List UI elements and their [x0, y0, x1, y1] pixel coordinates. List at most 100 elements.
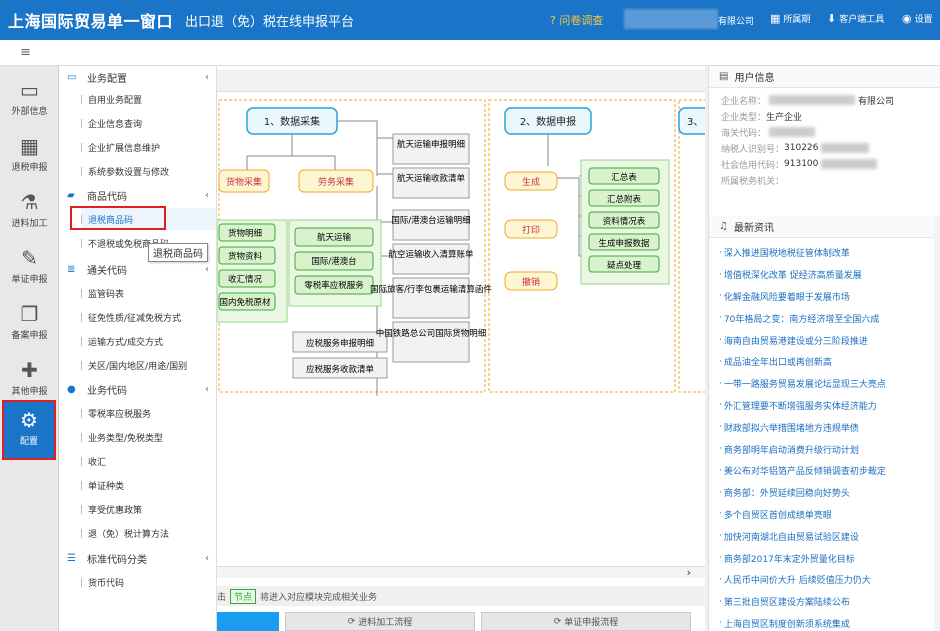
svg-text:货物明细: 货物明细 — [228, 228, 262, 239]
config-tree-menu: ▭ 业务配置 ‹ 自用业务配置 企业信息查询 企业扩展信息维护 系统参数设置与修改 … — [59, 66, 217, 631]
transport-box[interactable]: 航天运输收款清单 — [392, 167, 470, 199]
group-commodity-code[interactable]: ▰ 商品代码 ‹ — [59, 184, 216, 206]
svg-text:撤销: 撤销 — [522, 276, 540, 288]
service-item[interactable]: 航天运输 — [294, 227, 374, 247]
nav-other[interactable]: ✚ 其他申报 — [0, 352, 59, 404]
settings-button[interactable]: ◉ 设置 — [902, 12, 933, 25]
nav-documents[interactable]: ✎ 单证申报 — [0, 240, 59, 292]
nav-processing[interactable]: ⚗ 进料加工 — [0, 184, 59, 236]
generate-item[interactable]: 汇总附表 — [588, 189, 660, 207]
tree-item[interactable]: 享受优惠政策 — [81, 498, 216, 520]
stage-3-node[interactable]: 3、 — [678, 107, 705, 135]
group-business-config[interactable]: ▭ 业务配置 ‹ — [59, 66, 216, 88]
svg-text:国际/港澳台运输明细: 国际/港澳台运输明细 — [391, 215, 470, 226]
survey-link[interactable]: ? 问卷调查 — [550, 12, 603, 28]
tree-item[interactable]: 货币代码 — [81, 571, 216, 593]
info-row: 企业类型： 生产企业 — [721, 112, 803, 123]
documents-flow-button[interactable]: ⟳ 单证申报流程 — [481, 612, 691, 631]
panel-title-bar — [217, 70, 705, 92]
tree-item[interactable]: 零税率应税服务 — [81, 402, 216, 424]
news-panel: ♫最新资讯 深入推进国税地税征管体制改革 增值税深化改革 促经济高质量发展 化解… — [709, 216, 940, 631]
tree-item[interactable]: 收汇 — [81, 450, 216, 472]
generate-node[interactable]: 生成 — [504, 171, 558, 191]
news-item[interactable]: 财政部拟六举措围堵地方违规举债 — [719, 416, 940, 438]
news-item[interactable]: 美公布对华铝箔产品反倾销调查初步裁定 — [719, 460, 940, 482]
transport-box[interactable]: 国际旅客/行李包裹运输清算函件 — [370, 277, 492, 319]
group-standard-code[interactable]: ☰ 标准代码分类 ‹ — [59, 547, 216, 569]
nav-tax-refund[interactable]: ▦ 退税申报 — [0, 128, 59, 180]
menu-toggle-icon[interactable]: ≡ — [20, 45, 31, 60]
transport-box[interactable]: 中国铁路总公司国际货物明细 — [376, 321, 487, 363]
person-icon: ● — [67, 383, 76, 395]
news-item[interactable]: 一带一路服务贸易发展论坛显现三大亮点 — [719, 373, 940, 395]
news-item[interactable]: 化解金融风险要着眼于发展市场 — [719, 286, 940, 308]
goods-collect-node[interactable]: 货物采集 — [218, 169, 270, 193]
tree-item[interactable]: 单证种类 — [81, 474, 216, 496]
tree-item[interactable]: 退（免）税计算方法 — [81, 522, 216, 544]
news-item[interactable]: 人民币中间价大升 后续贬值压力仍大 — [719, 569, 940, 591]
news-item[interactable]: 深入推进国税地税征管体制改革 — [719, 242, 940, 264]
tree-item[interactable]: 运输方式/成交方式 — [81, 330, 216, 352]
tree-item[interactable]: 企业扩展信息维护 — [81, 136, 216, 158]
nav-config[interactable]: ⚙ 配置 — [2, 400, 56, 460]
print-node[interactable]: 打印 — [504, 219, 558, 239]
nav-filing[interactable]: ❐ 备案申报 — [0, 296, 59, 348]
generate-item[interactable]: 生成申报数据 — [588, 233, 660, 251]
monitor-icon: ▭ — [67, 71, 77, 83]
news-item[interactable]: 第三批自贸区建设方案陆续公布 — [719, 591, 940, 613]
stage-1-node[interactable]: 1、数据采集 — [246, 107, 338, 135]
node-badge: 节点 — [230, 588, 257, 604]
chevron-right-icon[interactable]: › — [687, 566, 691, 579]
news-item[interactable]: 商务部：外贸延续回稳向好势头 — [719, 482, 940, 504]
news-scrollbar[interactable] — [934, 216, 940, 631]
svg-text:货物采集: 货物采集 — [226, 176, 262, 188]
group-business-code[interactable]: ● 业务代码 ‹ — [59, 378, 216, 400]
news-item[interactable]: 外汇管理要不断增强服务实体经济能力 — [719, 395, 940, 417]
id-card-icon: ▤ — [719, 71, 729, 82]
current-flow-button[interactable] — [217, 612, 279, 631]
news-item[interactable]: 海南自由贸易港建设或分三阶段推进 — [719, 329, 940, 351]
revoke-node[interactable]: 撤销 — [504, 271, 558, 291]
stage-2-node[interactable]: 2、数据申报 — [504, 107, 592, 135]
goods-item[interactable]: 货物明细 — [218, 223, 276, 242]
service-collect-node[interactable]: 劳务采集 — [298, 169, 374, 193]
news-item[interactable]: 商务部明年启动消费升级行动计划 — [719, 438, 940, 460]
tip-text: 将进入对应模块完成相关业务 — [260, 592, 378, 603]
tree-item[interactable]: 业务类型/免税类型 — [81, 426, 216, 448]
goods-item[interactable]: 货物资料 — [218, 246, 276, 265]
client-tool-button[interactable]: ⬇ 客户端工具 — [827, 12, 884, 25]
news-item[interactable]: 上海自贸区制度创新须系统集成 — [719, 613, 940, 631]
tree-item[interactable]: 关区/国内地区/用途/国别 — [81, 354, 216, 376]
goods-item[interactable]: 国内免税原材 — [218, 292, 276, 311]
main-flow-panel: 1、数据采集 2、数据申报 3、 货物采集 劳务采集 货物明细 货物资料 收汇情… — [217, 66, 705, 631]
period-button[interactable]: ▦ 所属期 — [770, 12, 810, 25]
generate-item[interactable]: 资料情况表 — [588, 211, 660, 229]
service-extra-box[interactable]: 应税服务收款清单 — [292, 357, 388, 379]
news-item[interactable]: 多个自贸区首创成绩单亮眼 — [719, 504, 940, 526]
news-item[interactable]: 成品油全年出口或再创新高 — [719, 351, 940, 373]
refresh-icon: ⟳ — [553, 616, 562, 627]
transport-box[interactable]: 航天运输申报明细 — [392, 133, 470, 165]
horizontal-scrollbar[interactable]: › — [217, 566, 705, 579]
tree-item[interactable]: 监管码表 — [81, 282, 216, 304]
generate-item[interactable]: 汇总表 — [588, 167, 660, 185]
processing-flow-button[interactable]: ⟳ 进料加工流程 — [285, 612, 475, 631]
news-item[interactable]: 加快河南湖北自由贸易试验区建设 — [719, 525, 940, 547]
news-item[interactable]: 商务部2017年末定外贸量化目标 — [719, 547, 940, 569]
tree-item[interactable]: 系统参数设置与修改 — [81, 160, 216, 182]
svg-text:疑点处理: 疑点处理 — [607, 260, 642, 271]
goods-item[interactable]: 收汇情况 — [218, 269, 276, 288]
generate-item[interactable]: 疑点处理 — [588, 255, 660, 273]
tree-item[interactable]: 企业信息查询 — [81, 112, 216, 134]
transport-box[interactable]: 国际/港澳台运输明细 — [391, 209, 471, 241]
bell-icon: ♫ — [719, 221, 728, 232]
service-item[interactable]: 零税率应税服务 — [294, 275, 374, 295]
transport-box[interactable]: 航空运输收入清算账单 — [388, 243, 474, 275]
service-extra-box[interactable]: 应税服务申报明细 — [292, 331, 388, 353]
news-item[interactable]: 增值税深化改革 促经济高质量发展 — [719, 264, 940, 286]
service-item[interactable]: 国际/港澳台 — [294, 251, 374, 271]
tree-item[interactable]: 征免性质/征减免税方式 — [81, 306, 216, 328]
news-item[interactable]: 70年格局之变：南方经济增至全国六成 — [719, 307, 940, 329]
nav-external-info[interactable]: ▭ 外部信息 — [0, 72, 59, 124]
tree-item[interactable]: 自用业务配置 — [81, 88, 216, 110]
